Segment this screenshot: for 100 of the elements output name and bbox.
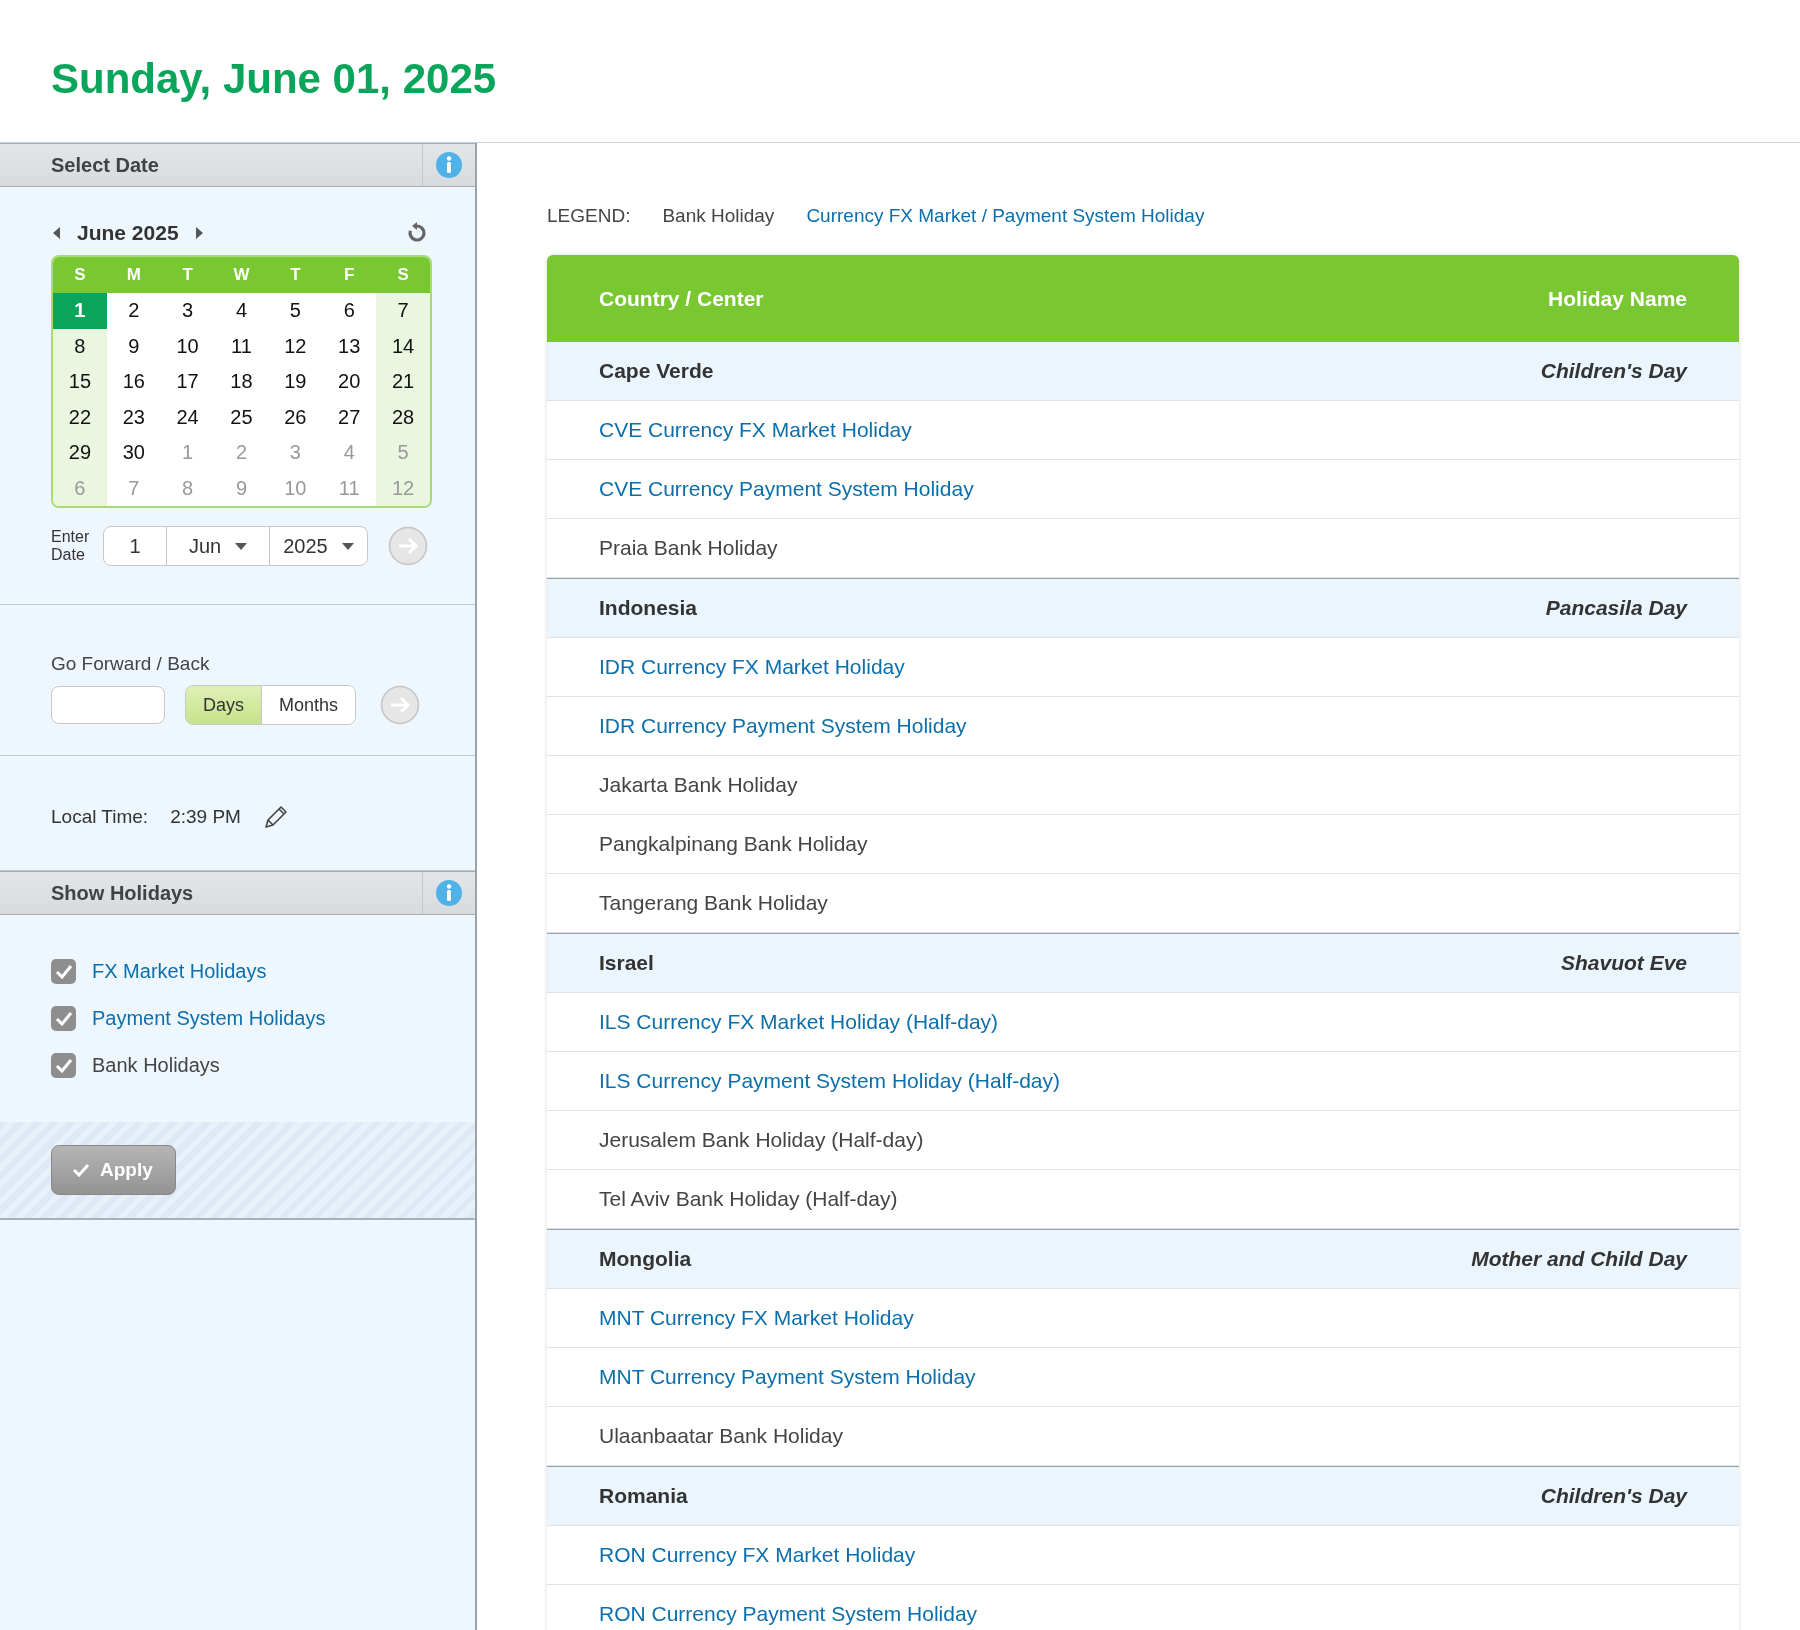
local-time-label: Local Time: — [51, 806, 149, 828]
calendar-day[interactable]: 6 — [322, 293, 377, 329]
previous-month-icon[interactable] — [51, 226, 61, 240]
year-dropdown[interactable]: 2025 — [270, 527, 367, 565]
holiday-entry: Tel Aviv Bank Holiday (Half-day) — [599, 1187, 898, 1211]
holiday-entry: IDR Currency Payment System Holiday — [599, 714, 967, 738]
holiday-entry: CVE Currency Payment System Holiday — [599, 477, 974, 501]
weekday-label: T — [289, 265, 302, 285]
holiday-entry: MNT Currency Payment System Holiday — [599, 1365, 976, 1389]
unit-toggle-button[interactable]: Months — [262, 686, 356, 724]
checkbox-label[interactable]: Payment System Holidays — [92, 1007, 326, 1030]
holiday-entry: MNT Currency FX Market Holiday — [599, 1306, 914, 1330]
month-dropdown[interactable]: Jun — [167, 527, 270, 565]
weekday-label: W — [232, 265, 251, 285]
holiday-entry: Tangerang Bank Holiday — [599, 891, 828, 915]
weekday-label: S — [396, 265, 410, 285]
country-name: Mongolia — [599, 1247, 692, 1271]
calendar-day[interactable]: 10 — [160, 328, 215, 364]
holiday-entry: Ulaanbaatar Bank Holiday — [599, 1424, 843, 1448]
section-title: Show Holidays — [50, 881, 195, 905]
go-arrow-button[interactable] — [380, 685, 420, 725]
calendar-day[interactable]: 29 — [53, 435, 107, 471]
checkbox[interactable] — [51, 1053, 76, 1078]
country-name: Romania — [599, 1484, 688, 1508]
holiday-name: Shavuot Eve — [1560, 951, 1687, 975]
calendar-day[interactable]: 18 — [214, 364, 269, 400]
column-header: Country / Center — [599, 286, 764, 311]
calendar-day[interactable]: 12 — [268, 328, 323, 364]
calendar-day[interactable]: 27 — [322, 399, 377, 435]
calendar-day[interactable]: 21 — [376, 364, 430, 400]
checkbox-label[interactable]: FX Market Holidays — [92, 960, 267, 983]
checkbox-label[interactable]: Bank Holidays — [92, 1054, 220, 1077]
calendar-day[interactable]: 11 — [214, 328, 269, 364]
checkbox[interactable] — [51, 1006, 76, 1031]
calendar-day[interactable]: 24 — [160, 399, 215, 435]
calendar-day[interactable]: 8 — [53, 328, 107, 364]
calendar-day[interactable]: 17 — [160, 364, 215, 400]
refresh-icon[interactable] — [406, 222, 428, 244]
calendar-day[interactable]: 3 — [160, 293, 215, 329]
holiday-entry: ILS Currency Payment System Holiday (Half-day) — [599, 1069, 1060, 1093]
holiday-name: Children's Day — [1540, 359, 1687, 383]
holiday-entry: RON Currency FX Market Holiday — [599, 1543, 916, 1567]
calendar-day[interactable]: 30 — [106, 435, 161, 471]
country-name: Israel — [599, 951, 654, 975]
calendar-day[interactable]: 5 — [268, 293, 323, 329]
legend-label: LEGEND: — [547, 205, 631, 227]
calendar-day[interactable]: 14 — [376, 328, 430, 364]
country-name: Indonesia — [599, 596, 698, 620]
calendar-day[interactable]: 20 — [322, 364, 377, 400]
unit-toggle-button[interactable]: Days — [186, 686, 262, 724]
calendar-day[interactable]: 16 — [106, 364, 161, 400]
holiday-entry: Pangkalpinang Bank Holiday — [599, 832, 868, 856]
holiday-entry: Jerusalem Bank Holiday (Half-day) — [599, 1128, 924, 1152]
legend-item: Bank Holiday — [662, 205, 775, 227]
weekday-label: F — [343, 265, 356, 285]
caret-icon — [341, 542, 354, 550]
info-icon[interactable] — [435, 151, 463, 179]
holiday-entry: CVE Currency FX Market Holiday — [599, 418, 912, 442]
checkmark-icon — [54, 963, 73, 980]
calendar-day[interactable]: 7 — [376, 293, 430, 329]
calendar-day[interactable]: 4 — [214, 293, 269, 329]
checkmark-icon — [72, 1163, 90, 1177]
calendar-day[interactable]: 25 — [214, 399, 269, 435]
holiday-name: Children's Day — [1540, 1484, 1687, 1508]
holiday-entry: IDR Currency FX Market Holiday — [599, 655, 905, 679]
weekday-label: M — [125, 265, 142, 285]
info-icon[interactable] — [435, 879, 463, 907]
calendar-day[interactable]: 22 — [53, 399, 107, 435]
holiday-name: Mother and Child Day — [1471, 1247, 1687, 1271]
month-label: June 2025 — [77, 221, 179, 245]
country-name: Cape Verde — [599, 359, 714, 383]
calendar-day[interactable]: 2 — [106, 293, 161, 329]
weekday-label: T — [181, 265, 194, 285]
local-time-value: 2:39 PM — [170, 806, 241, 828]
holiday-entry: Jakarta Bank Holiday — [599, 773, 798, 797]
checkmark-icon — [54, 1057, 73, 1074]
calendar-day[interactable]: 23 — [106, 399, 161, 435]
section-title: Select Date — [50, 153, 160, 177]
go-arrow-button[interactable] — [388, 526, 428, 566]
checkbox[interactable] — [51, 959, 76, 984]
next-month-icon[interactable] — [194, 226, 205, 240]
day-field[interactable]: 1 — [104, 527, 167, 565]
calendar-day[interactable]: 15 — [53, 364, 107, 400]
pencil-icon[interactable] — [262, 804, 289, 830]
calendar-day[interactable]: 19 — [268, 364, 323, 400]
holiday-name: Pancasila Day — [1545, 596, 1687, 620]
caret-icon — [235, 542, 248, 550]
go-forward-label: Go Forward / Back — [51, 653, 211, 675]
enter-date-label: Enter Date — [51, 527, 91, 565]
holiday-entry: ILS Currency FX Market Holiday (Half-day) — [599, 1010, 999, 1034]
calendar-day[interactable]: 13 — [322, 328, 377, 364]
calendar-day[interactable]: 28 — [376, 399, 430, 435]
holiday-entry: RON Currency Payment System Holiday — [599, 1602, 978, 1626]
calendar-day[interactable]: 26 — [268, 399, 323, 435]
calendar-day[interactable]: 9 — [106, 328, 161, 364]
checkmark-icon — [54, 1010, 73, 1027]
offset-input-field[interactable] — [51, 686, 165, 724]
weekday-label: S — [73, 265, 87, 285]
page-title: Sunday, June 01, 2025 — [51, 55, 497, 103]
holiday-entry: Praia Bank Holiday — [599, 536, 778, 560]
